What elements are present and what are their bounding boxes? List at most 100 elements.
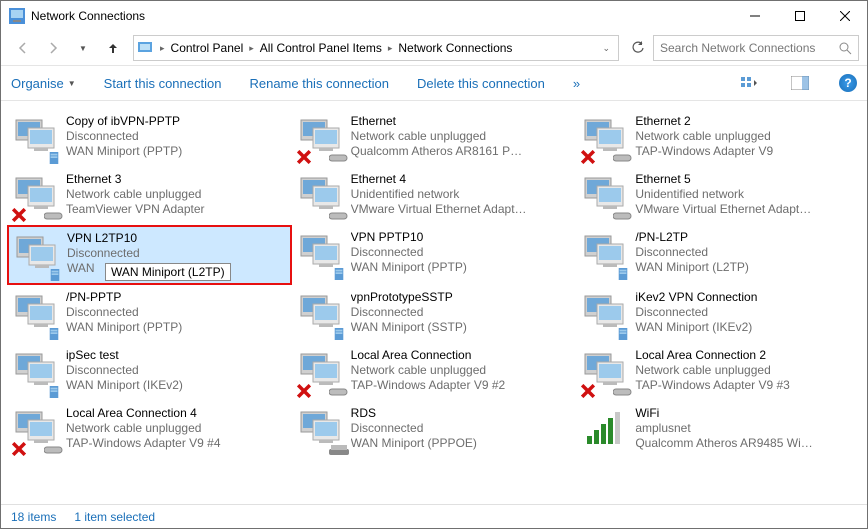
connection-adapter: VMware Virtual Ethernet Adapter ... <box>635 202 815 217</box>
connection-text: Local Area Connection 4Network cable unp… <box>66 406 221 451</box>
selected-count: 1 item selected <box>74 510 155 524</box>
item-count: 18 items <box>11 510 56 524</box>
window-controls <box>732 1 867 31</box>
connection-status: Network cable unplugged <box>351 129 531 144</box>
connection-item[interactable]: Ethernet 2Network cable unpluggedTAP-Win… <box>576 109 861 167</box>
device-icon <box>44 328 64 340</box>
close-button[interactable] <box>822 1 867 31</box>
connection-text: ipSec testDisconnectedWAN Miniport (IKEv… <box>66 348 183 393</box>
connection-item[interactable]: EthernetNetwork cable unpluggedQualcomm … <box>292 109 577 167</box>
connection-item[interactable]: ipSec testDisconnectedWAN Miniport (IKEv… <box>7 343 292 401</box>
connection-name: ipSec test <box>66 348 183 363</box>
connection-item[interactable]: RDSDisconnectedWAN Miniport (PPPOE) <box>292 401 577 459</box>
connection-item[interactable]: VPN L2TP10DisconnectedWANWAN Miniport (L… <box>7 225 292 285</box>
connection-item[interactable]: /PN-L2TPDisconnectedWAN Miniport (L2TP) <box>576 225 861 285</box>
modem-icon <box>329 444 349 456</box>
back-button[interactable] <box>9 35 37 61</box>
connection-text: iKev2 VPN ConnectionDisconnectedWAN Mini… <box>635 290 757 335</box>
crumb-sep: ▸ <box>158 43 167 54</box>
connection-status: Network cable unplugged <box>351 363 506 378</box>
connection-text: Ethernet 4Unidentified networkVMware Vir… <box>351 172 531 217</box>
connection-status: Disconnected <box>351 305 467 320</box>
crumb-0[interactable]: Control Panel <box>167 41 248 55</box>
rename-connection-button[interactable]: Rename this connection <box>249 76 388 91</box>
cable-icon <box>329 210 349 222</box>
connection-item[interactable]: iKev2 VPN ConnectionDisconnectedWAN Mini… <box>576 285 861 343</box>
connection-status: Disconnected <box>66 129 182 144</box>
unplugged-icon <box>581 150 595 164</box>
connection-icon <box>583 348 631 396</box>
connection-item[interactable]: Ethernet 5Unidentified networkVMware Vir… <box>576 167 861 225</box>
navbar: ▼ ▸ Control Panel ▸ All Control Panel It… <box>1 31 867 65</box>
forward-button[interactable] <box>39 35 67 61</box>
connection-name: Local Area Connection <box>351 348 506 363</box>
crumb-2[interactable]: Network Connections <box>394 41 516 55</box>
connection-name: vpnPrototypeSSTP <box>351 290 467 305</box>
delete-connection-button[interactable]: Delete this connection <box>417 76 545 91</box>
cable-icon <box>44 210 64 222</box>
start-label: Start this connection <box>104 76 222 91</box>
maximize-button[interactable] <box>777 1 822 31</box>
preview-pane-button[interactable] <box>789 72 811 94</box>
overflow-button[interactable]: » <box>573 76 580 91</box>
cable-icon <box>613 210 633 222</box>
connection-icon <box>299 290 347 338</box>
history-dropdown[interactable]: ▼ <box>69 35 97 61</box>
address-dropdown[interactable]: ⌄ <box>598 43 614 54</box>
organise-label: Organise <box>11 76 64 91</box>
connection-adapter: WAN Miniport (PPTP) <box>66 320 182 335</box>
minimize-button[interactable] <box>732 1 777 31</box>
connection-item[interactable]: vpnPrototypeSSTPDisconnectedWAN Miniport… <box>292 285 577 343</box>
connection-item[interactable]: /PN-PPTPDisconnectedWAN Miniport (PPTP) <box>7 285 292 343</box>
connection-status: Unidentified network <box>635 187 815 202</box>
connection-item[interactable]: Ethernet 3Network cable unpluggedTeamVie… <box>7 167 292 225</box>
search-box[interactable]: Search Network Connections <box>653 35 859 61</box>
connection-name: /PN-PPTP <box>66 290 182 305</box>
connection-status: Disconnected <box>67 246 140 261</box>
help-button[interactable]: ? <box>839 74 857 92</box>
connection-text: Local Area Connection 2Network cable unp… <box>635 348 790 393</box>
connection-adapter: WAN Miniport (IKEv2) <box>635 320 757 335</box>
app-icon <box>9 8 25 24</box>
connection-name: VPN L2TP10 <box>67 231 140 246</box>
connection-icon <box>299 348 347 396</box>
connection-item[interactable]: Ethernet 4Unidentified networkVMware Vir… <box>292 167 577 225</box>
connection-text: Ethernet 3Network cable unpluggedTeamVie… <box>66 172 205 217</box>
connection-adapter: TeamViewer VPN Adapter <box>66 202 205 217</box>
up-button[interactable] <box>99 35 127 61</box>
connection-status: amplusnet <box>635 421 815 436</box>
crumb-1[interactable]: All Control Panel Items <box>256 41 386 55</box>
connection-status: Unidentified network <box>351 187 531 202</box>
connection-item[interactable]: VPN PPTP10DisconnectedWAN Miniport (PPTP… <box>292 225 577 285</box>
connection-item[interactable]: Local Area Connection 2Network cable unp… <box>576 343 861 401</box>
connection-item[interactable]: Local Area Connection 4Network cable unp… <box>7 401 292 459</box>
connection-name: Ethernet 3 <box>66 172 205 187</box>
start-connection-button[interactable]: Start this connection <box>104 76 222 91</box>
search-icon <box>839 42 852 55</box>
connection-item[interactable]: Copy of ibVPN-PPTPDisconnectedWAN Minipo… <box>7 109 292 167</box>
connection-item[interactable]: Local Area ConnectionNetwork cable unplu… <box>292 343 577 401</box>
connection-adapter: WAN Miniport (L2TP) <box>635 260 749 275</box>
connection-icon <box>583 290 631 338</box>
organise-menu[interactable]: Organise ▼ <box>11 76 76 91</box>
connection-status: Disconnected <box>635 305 757 320</box>
cable-icon <box>329 386 349 398</box>
connection-adapter: VMware Virtual Ethernet Adapter ... <box>351 202 531 217</box>
connection-icon <box>583 114 631 162</box>
connection-icon <box>299 114 347 162</box>
connections-grid: Copy of ibVPN-PPTPDisconnectedWAN Minipo… <box>1 101 867 467</box>
connection-status: Network cable unplugged <box>635 129 773 144</box>
connection-text: vpnPrototypeSSTPDisconnectedWAN Miniport… <box>351 290 467 335</box>
address-bar[interactable]: ▸ Control Panel ▸ All Control Panel Item… <box>133 35 619 61</box>
unplugged-icon <box>12 208 26 222</box>
unplugged-icon <box>581 384 595 398</box>
toolbar: Organise ▼ Start this connection Rename … <box>1 65 867 101</box>
connection-adapter: TAP-Windows Adapter V9 #3 <box>635 378 790 393</box>
refresh-button[interactable] <box>625 35 651 61</box>
connection-adapter: TAP-Windows Adapter V9 #2 <box>351 378 506 393</box>
connection-item[interactable]: WiFiamplusnetQualcomm Atheros AR9485 Wir… <box>576 401 861 459</box>
connection-name: Ethernet <box>351 114 531 129</box>
view-options-button[interactable] <box>739 72 761 94</box>
connection-adapter: Qualcomm Atheros AR8161 PCI-E... <box>351 144 531 159</box>
connection-adapter: WAN Miniport (PPTP) <box>351 260 467 275</box>
